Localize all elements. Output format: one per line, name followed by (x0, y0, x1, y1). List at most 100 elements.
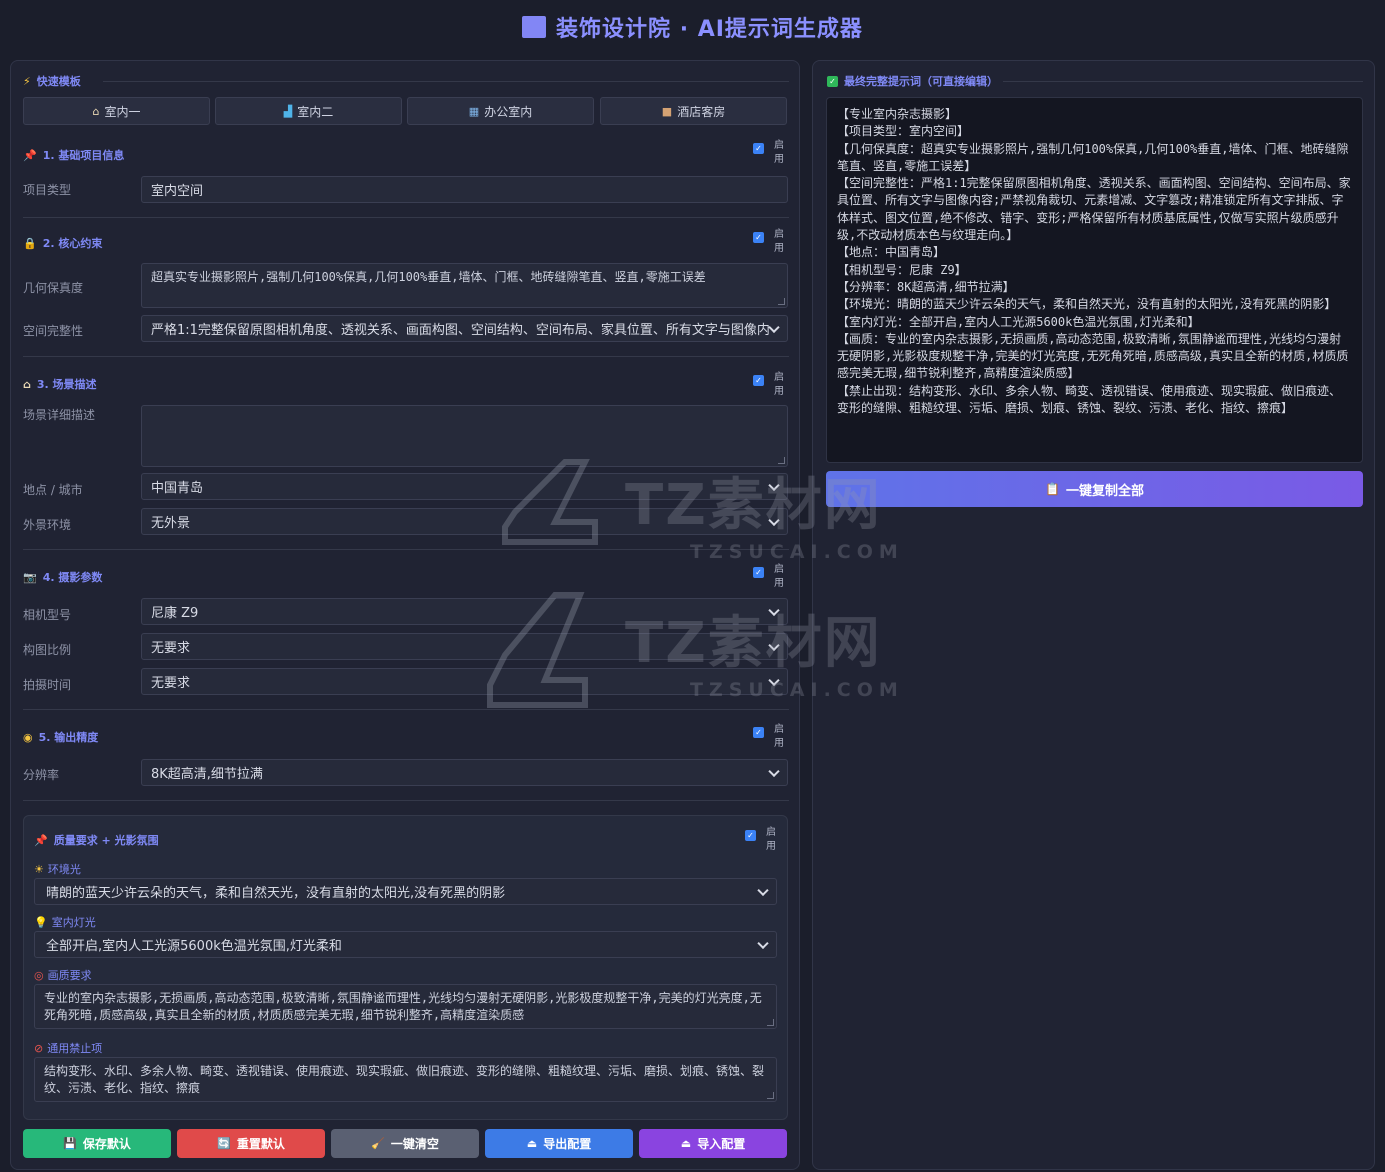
template-button-4[interactable]: ■ 酒店客房 (600, 97, 787, 125)
section-camera-header: 📷 4. 摄影参数 (23, 567, 102, 587)
export-config-button[interactable]: ⏏ 导出配置 (485, 1129, 633, 1158)
geometry-textarea[interactable]: 超真实专业摄影照片,强制几何100%保真,几何100%垂直,墙体、门框、地砖缝隙… (141, 263, 788, 308)
ambient-light-label: ☀ 环境光 (34, 861, 81, 877)
section-title: 3. 场景描述 (36, 378, 97, 391)
save-default-button[interactable]: 💾 保存默认 (23, 1129, 171, 1158)
section-output-header: ◉ 5. 输出精度 (23, 727, 98, 747)
integrity-select[interactable]: 严格1:1完整保留原图相机角度、透视关系、画面构图、空间结构、空间布局、家具位置… (141, 315, 788, 342)
enable-checkbox[interactable]: ✓ (745, 830, 756, 841)
camera-model-value: 尼康 Z9 (151, 606, 199, 621)
prompt-line: 【地点：中国青岛】 (837, 245, 946, 260)
scene-detail-textarea[interactable] (141, 405, 788, 467)
indoor-light-select[interactable]: 全部开启,室内人工光源5600k色温光氛围,灯光柔和 (34, 931, 777, 958)
template-button-label: 室内一 (104, 104, 141, 119)
section-quality-toggle[interactable]: ✓ 启用 (745, 826, 778, 854)
location-label: 地点 / 城市 (23, 483, 83, 497)
enable-checkbox[interactable]: ✓ (753, 143, 764, 154)
enable-checkbox[interactable]: ✓ (753, 375, 764, 386)
template-button-1[interactable]: ⌂ 室内一 (23, 97, 210, 125)
prompt-line: 【专业室内杂志摄影】 (837, 107, 958, 121)
image-quality-label: ◎ 画质要求 (34, 967, 92, 983)
sun-icon: ☀ (34, 862, 44, 876)
location-select[interactable]: 中国青岛 (141, 473, 788, 500)
scene-detail-label: 场景详细描述 (23, 408, 96, 422)
prompt-line: 【室内灯光：全部开启,室内人工光源5600k色温光氛围,灯光柔和】 (837, 314, 1200, 329)
reset-default-button[interactable]: 🔄 重置默认 (177, 1129, 325, 1158)
indoor-light-label: 💡 室内灯光 (34, 914, 96, 930)
enable-label: 启用 (774, 564, 784, 589)
prompt-line: 【项目类型：室内空间】 (837, 124, 970, 139)
import-config-label: 导入配置 (697, 1137, 746, 1151)
prohibited-icon: ⊘ (34, 1041, 44, 1055)
reset-icon: 🔄 (217, 1137, 231, 1150)
templates-header: ⚡ 快速模板 (23, 71, 81, 91)
divider (23, 800, 789, 801)
enable-label: 启用 (774, 229, 784, 254)
geometry-label: 几何保真度 (23, 281, 84, 295)
project-type-input[interactable]: 室内空间 (141, 176, 788, 203)
shoot-time-value: 无要求 (151, 676, 191, 691)
office-icon: ▦ (468, 104, 480, 118)
export-config-label: 导出配置 (543, 1137, 592, 1151)
clear-all-button[interactable]: 🧹 一键清空 (331, 1129, 479, 1158)
exterior-label: 外景环境 (23, 518, 72, 532)
pushpin-icon: 📌 (23, 148, 37, 162)
ratio-select[interactable]: 无要求 (141, 633, 788, 660)
ambient-light-label-text: 环境光 (47, 863, 81, 876)
camera-model-label: 相机型号 (23, 608, 72, 622)
checkmark-icon: ✓ (827, 75, 838, 87)
section-scene-header: ⌂ 3. 场景描述 (23, 374, 97, 394)
image-quality-textarea[interactable]: 专业的室内杂志摄影,无损画质,高动态范围,极致清晰,氛围静谧而理性,光线均匀漫射… (34, 984, 777, 1029)
exterior-select[interactable]: 无外景 (141, 508, 788, 535)
template-button-3[interactable]: ▦ 办公室内 (407, 97, 594, 125)
final-prompt-editor[interactable]: 【专业室内杂志摄影】 【项目类型：室内空间】 【几何保真度：超真实专业摄影照片,… (826, 97, 1363, 463)
enable-checkbox[interactable]: ✓ (753, 727, 764, 738)
exterior-value: 无外景 (151, 516, 191, 531)
divider (23, 549, 789, 550)
resolution-value: 8K超高清,细节拉满 (151, 767, 263, 782)
forbidden-label-text: 通用禁止项 (47, 1042, 103, 1055)
resolution-select[interactable]: 8K超高清,细节拉满 (141, 759, 788, 786)
section-title: 5. 输出精度 (38, 731, 99, 744)
ratio-value: 无要求 (151, 641, 191, 656)
forbidden-value: 结构变形、水印、多余人物、畸变、透视错误、使用痕迹、现实瑕疵、做旧痕迹、变形的缝… (44, 1064, 765, 1095)
section-scene-toggle[interactable]: ✓ 启用 (753, 371, 786, 399)
camera-model-select[interactable]: 尼康 Z9 (141, 598, 788, 625)
prompt-line: 【画质：专业的室内杂志摄影,无损画质,高动态范围,极致清晰,氛围静谧而理性,光线… (837, 331, 1349, 381)
import-config-button[interactable]: ⏏ 导入配置 (639, 1129, 787, 1158)
enable-label: 启用 (774, 140, 784, 165)
location-value: 中国青岛 (151, 481, 204, 496)
forbidden-textarea[interactable]: 结构变形、水印、多余人物、畸变、透视错误、使用痕迹、现实瑕疵、做旧痕迹、变形的缝… (34, 1057, 777, 1102)
copy-all-button[interactable]: 📋 一键复制全部 (826, 471, 1363, 507)
lock-icon: 🔒 (23, 236, 37, 250)
shoot-time-label: 拍摄时间 (23, 678, 72, 692)
template-button-2[interactable]: ▟ 室内二 (215, 97, 402, 125)
section-title: 质量要求 + 光影氛围 (53, 834, 159, 847)
enable-label: 启用 (774, 724, 784, 749)
section-output-toggle[interactable]: ✓ 启用 (753, 723, 786, 751)
enable-checkbox[interactable]: ✓ (753, 567, 764, 578)
section-core-toggle[interactable]: ✓ 启用 (753, 228, 786, 256)
target-icon: ◎ (34, 968, 44, 982)
project-type-label: 项目类型 (23, 183, 72, 197)
geometry-value: 超真实专业摄影照片,强制几何100%保真,几何100%垂直,墙体、门框、地砖缝隙… (151, 270, 706, 284)
lightning-icon: ⚡ (23, 74, 31, 88)
clear-all-label: 一键清空 (390, 1137, 439, 1151)
ambient-light-value: 晴朗的蓝天少许云朵的天气，柔和自然天光，没有直射的太阳光,没有死黑的阴影 (46, 886, 506, 901)
section-camera-toggle[interactable]: ✓ 启用 (753, 563, 786, 591)
bulb-icon: 💡 (34, 915, 48, 929)
prompt-line: 【空间完整性：严格1:1完整保留原图相机角度、透视关系、画面构图、空间结构、空间… (837, 176, 1351, 243)
pushpin-icon: 📌 (34, 833, 48, 847)
divider (23, 356, 789, 357)
ambient-light-select[interactable]: 晴朗的蓝天少许云朵的天气，柔和自然天光，没有直射的太阳光,没有死黑的阴影 (34, 878, 777, 905)
shoot-time-select[interactable]: 无要求 (141, 668, 788, 695)
enable-checkbox[interactable]: ✓ (753, 232, 764, 243)
prompt-line: 【环境光：晴朗的蓝天少许云朵的天气，柔和自然天光，没有直射的太阳光,没有死黑的阴… (837, 297, 1337, 312)
section-basic-header: 📌 1. 基础项目信息 (23, 145, 124, 165)
section-basic-toggle[interactable]: ✓ 启用 (753, 139, 786, 167)
quality-section: 📌 质量要求 + 光影氛围 ✓ 启用 ☀ 环境光 晴朗的蓝天少许云朵的天气，柔和… (23, 815, 788, 1120)
indoor-light-value: 全部开启,室内人工光源5600k色温光氛围,灯光柔和 (46, 939, 342, 954)
divider (103, 81, 789, 82)
enable-label: 启用 (766, 827, 776, 852)
enable-label: 启用 (774, 372, 784, 397)
